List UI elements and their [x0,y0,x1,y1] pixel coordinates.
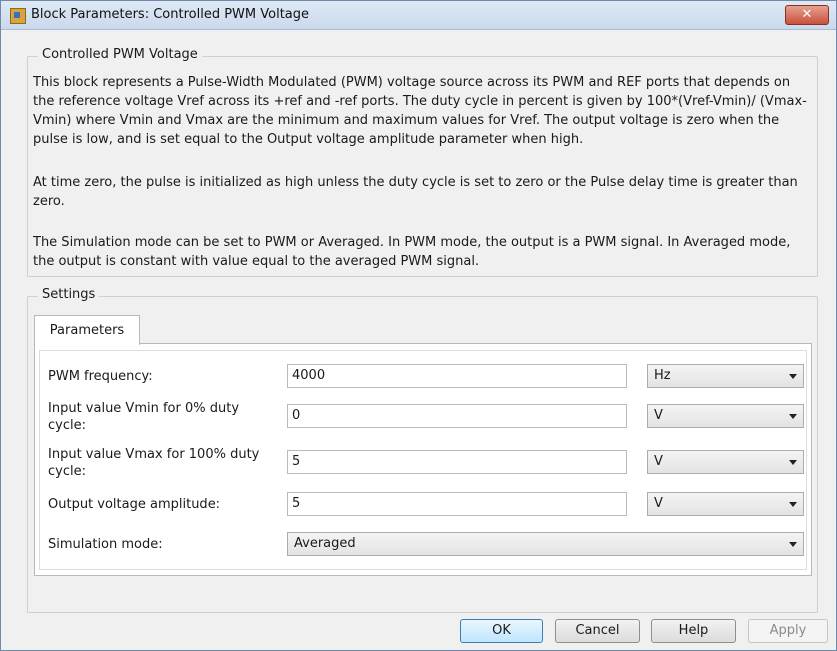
output-amplitude-unit-select[interactable]: V [647,492,804,516]
vmin-unit-select[interactable]: V [647,404,804,428]
output-amplitude-label: Output voltage amplitude: [48,497,221,512]
chevron-down-icon [789,542,797,547]
simulation-mode-select[interactable]: Averaged [287,532,804,556]
output-amplitude-input[interactable]: 5 [287,492,627,516]
ok-button[interactable]: OK [460,619,543,643]
chevron-down-icon [789,460,797,465]
output-amplitude-unit-value: V [654,496,663,511]
description-paragraph-3: The Simulation mode can be set to PWM or… [33,235,791,269]
vmax-label: Input value Vmax for 100% duty cycle: [48,447,260,479]
window-title: Block Parameters: Controlled PWM Voltage [31,7,310,22]
vmin-input[interactable]: 0 [287,404,627,428]
pwm-frequency-unit-value: Hz [654,368,671,383]
description-group-label: Controlled PWM Voltage [38,47,202,62]
pwm-frequency-unit-select[interactable]: Hz [647,364,804,388]
tab-parameters[interactable]: Parameters [34,315,140,345]
simulation-mode-label: Simulation mode: [48,537,163,552]
vmin-label: Input value Vmin for 0% duty cycle: [48,401,240,433]
title-bar[interactable]: Block Parameters: Controlled PWM Voltage… [1,1,836,30]
vmin-unit-value: V [654,408,663,423]
description-paragraph-2: At time zero, the pulse is initialized a… [33,175,798,209]
chevron-down-icon [789,414,797,419]
close-button[interactable]: ✕ [785,5,829,25]
vmax-input[interactable]: 5 [287,450,627,474]
chevron-down-icon [789,502,797,507]
vmax-unit-select[interactable]: V [647,450,804,474]
help-button[interactable]: Help [651,619,736,643]
description-paragraph-1: This block represents a Pulse-Width Modu… [33,75,807,147]
settings-group-label: Settings [38,287,100,302]
chevron-down-icon [789,374,797,379]
simulation-mode-value: Averaged [294,536,356,551]
pwm-frequency-label: PWM frequency: [48,369,153,384]
vmax-unit-value: V [654,454,663,469]
cancel-button[interactable]: Cancel [555,619,640,643]
apply-button[interactable]: Apply [748,619,828,643]
simulink-block-icon [10,8,26,24]
pwm-frequency-input[interactable]: 4000 [287,364,627,388]
